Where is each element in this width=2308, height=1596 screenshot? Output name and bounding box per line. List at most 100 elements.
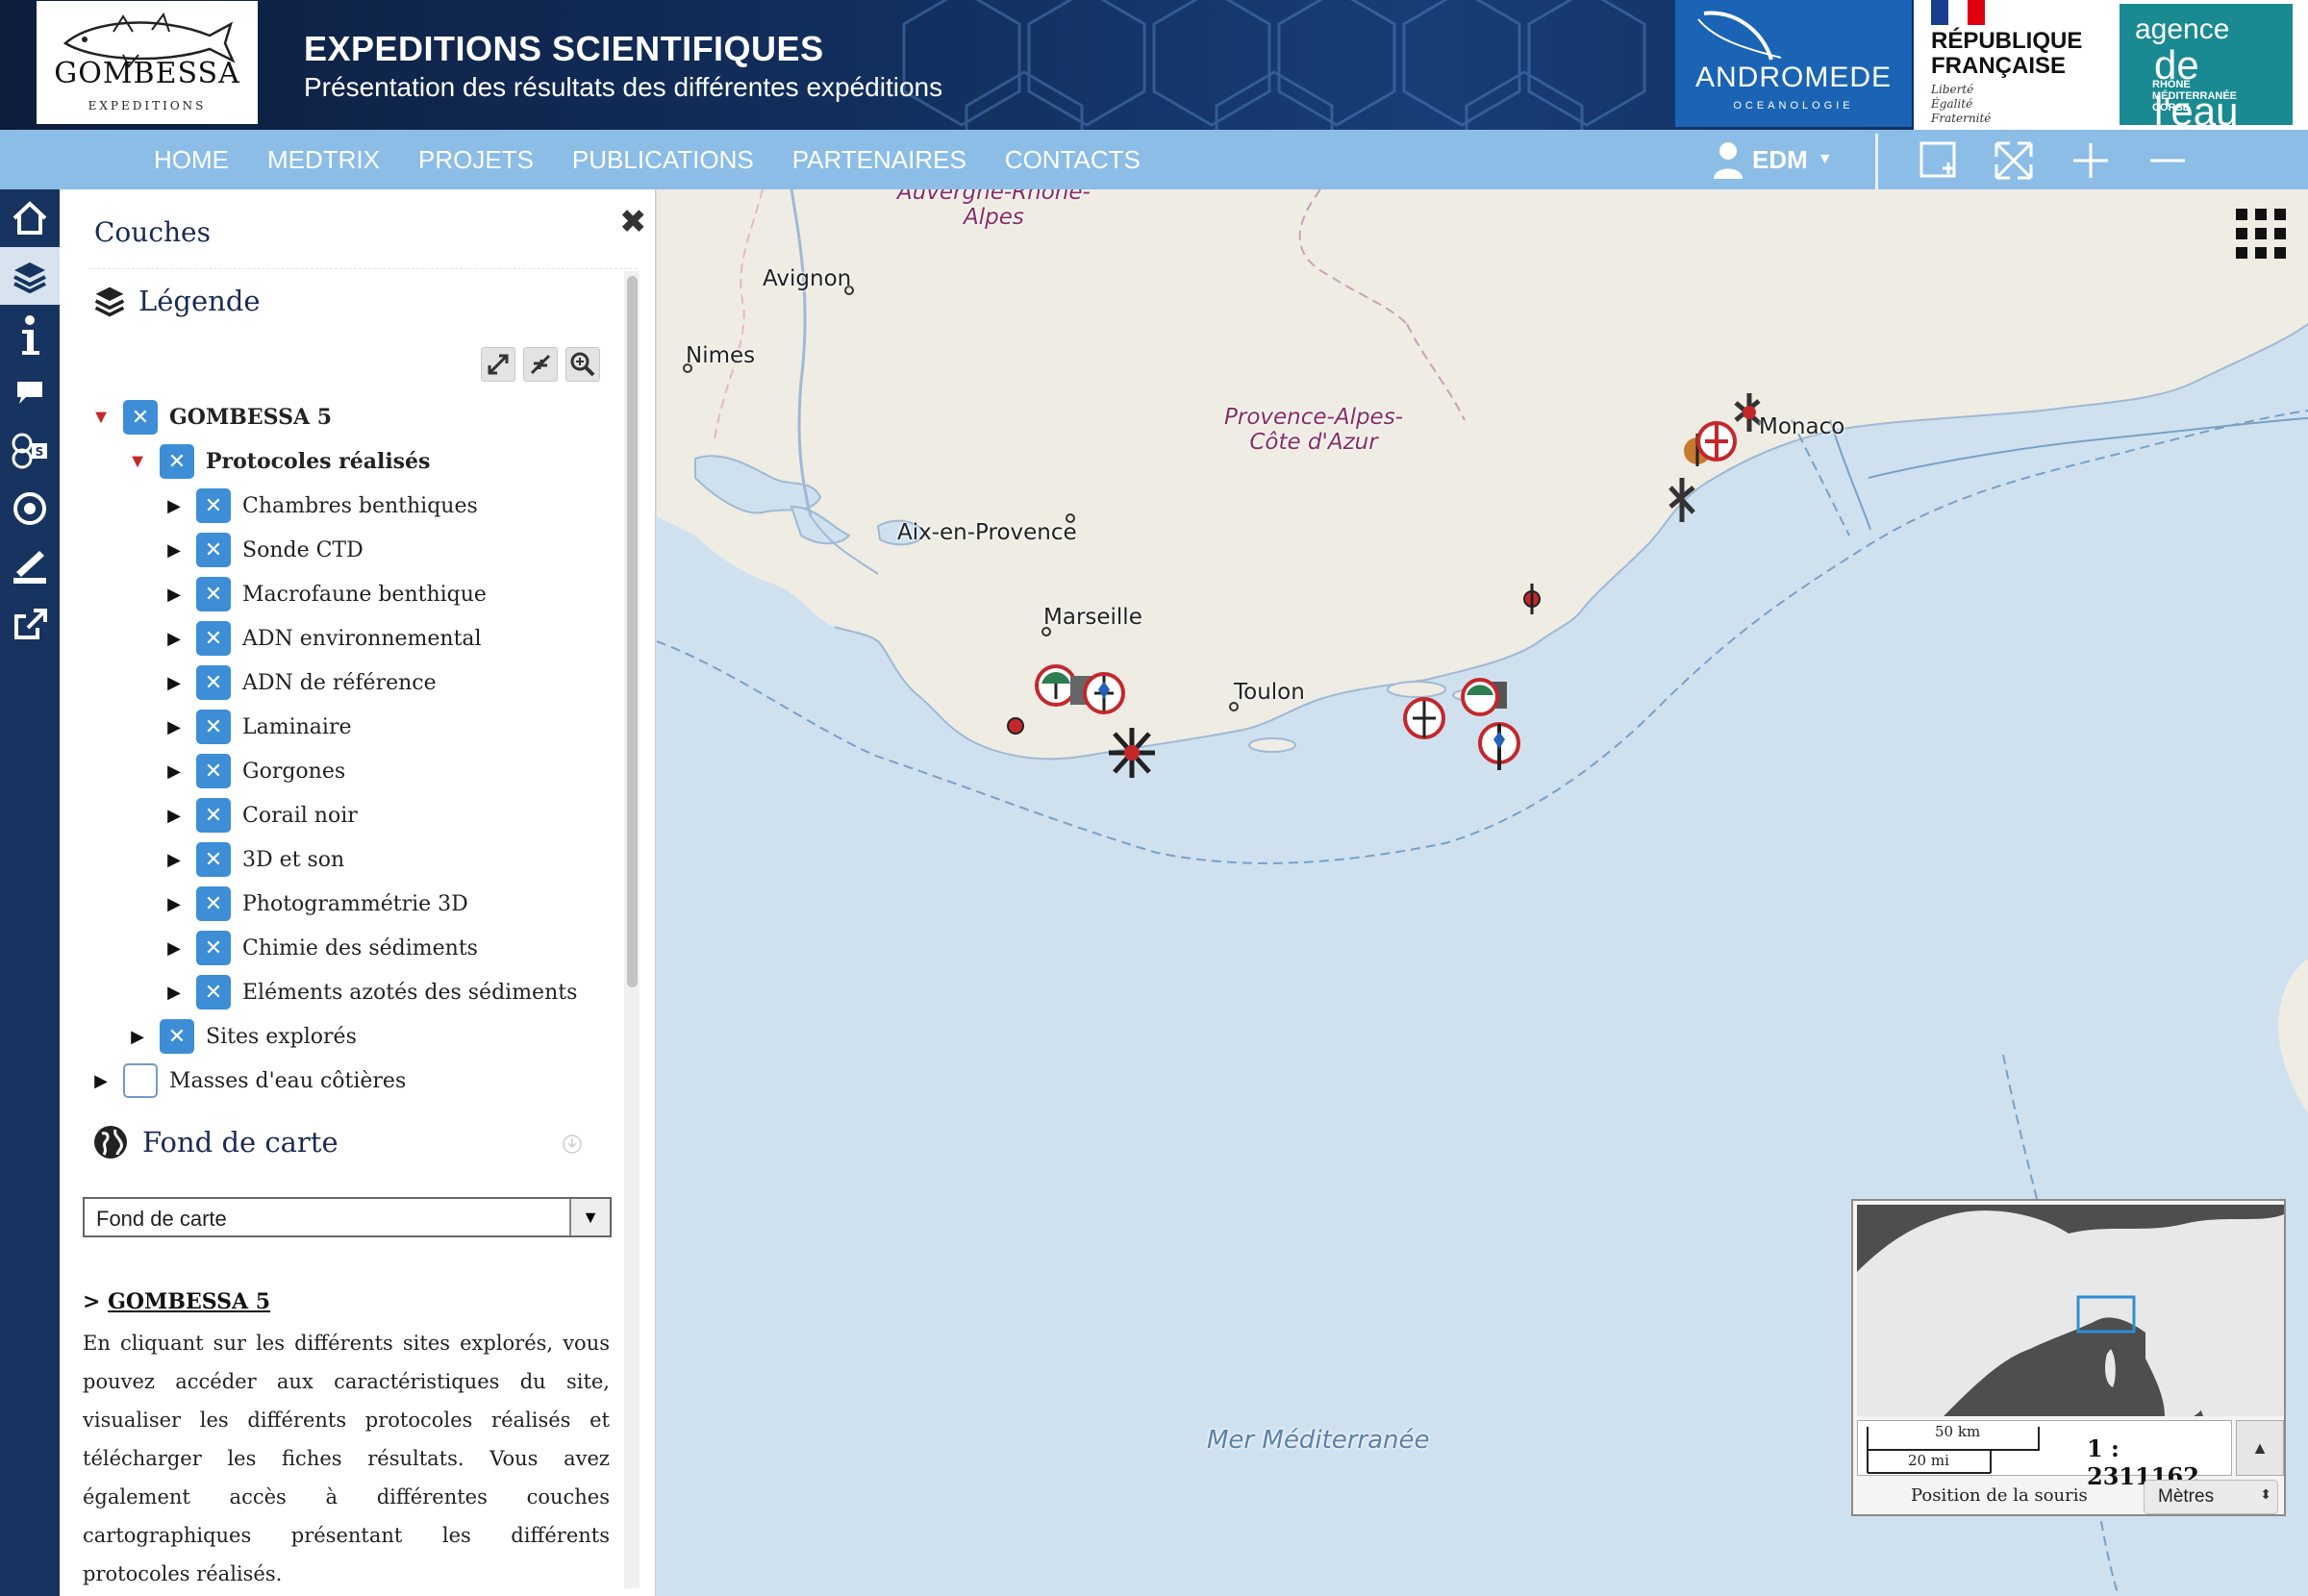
layer-checkbox[interactable]: ✕: [196, 754, 231, 788]
nav-home[interactable]: HOME: [154, 130, 229, 189]
collapsed-triangle-icon[interactable]: ▶: [162, 761, 187, 782]
collapsed-triangle-icon[interactable]: ▶: [162, 629, 187, 649]
collapsed-triangle-icon[interactable]: ▶: [162, 983, 187, 1003]
close-icon[interactable]: ✖: [619, 203, 647, 241]
collapsed-triangle-icon[interactable]: ▶: [162, 717, 187, 737]
basemap-select[interactable]: Fond de carte ▼: [83, 1197, 612, 1237]
collapsed-triangle-icon[interactable]: ▶: [162, 894, 187, 914]
tree-row-chambres-benthiques[interactable]: ▶ ✕ Chambres benthiques: [162, 486, 478, 525]
agence-de-l-eau-logo[interactable]: agence de l'eau RHÔNE MÉDITERRANÉE CORSE: [2096, 0, 2308, 130]
info-button[interactable]: [0, 307, 60, 364]
tree-row-gorgones[interactable]: ▶ ✕ Gorgones: [162, 752, 345, 790]
nav-partenaires[interactable]: PARTENAIRES: [792, 130, 966, 189]
collapsed-triangle-icon[interactable]: ▶: [162, 806, 187, 826]
tree-row-sonde-ctd[interactable]: ▶ ✕ Sonde CTD: [162, 531, 364, 569]
tree-row-corail-noir[interactable]: ▶ ✕ Corail noir: [162, 796, 358, 835]
layer-checkbox[interactable]: ✕: [123, 400, 158, 435]
gombessa-logo-sub: EXPEDITIONS: [88, 99, 207, 112]
layer-checkbox[interactable]: ✕: [196, 798, 231, 833]
tree-row-photogrammetrie[interactable]: ▶ ✕ Photogrammétrie 3D: [162, 885, 468, 923]
info-icon: [22, 315, 39, 355]
collapsed-triangle-icon[interactable]: ▶: [162, 540, 187, 561]
andromede-logo[interactable]: ANDROMEDE OCEANOLOGIE: [1675, 0, 1912, 127]
site-marker[interactable]: [1109, 728, 1155, 778]
overview-toggle-button[interactable]: ▲: [2236, 1420, 2284, 1476]
layer-checkbox[interactable]: ✕: [196, 931, 231, 965]
layers-button[interactable]: [0, 247, 60, 305]
download-icon[interactable]: [562, 1134, 583, 1155]
full-extent-icon[interactable]: [1993, 139, 2035, 182]
layer-checkbox[interactable]: ✕: [196, 886, 231, 921]
apps-grid-icon[interactable]: [2234, 207, 2288, 261]
layer-checkbox[interactable]: ✕: [196, 533, 231, 567]
units-select[interactable]: Mètres ⬍: [2144, 1480, 2278, 1514]
tree-row-laminaire[interactable]: ▶ ✕ Laminaire: [162, 708, 351, 746]
site-marker[interactable]: [1478, 722, 1520, 770]
expanded-triangle-icon[interactable]: ▼: [125, 451, 150, 473]
collapsed-triangle-icon[interactable]: ▶: [88, 1071, 113, 1091]
tree-row-elements-azotes[interactable]: ▶ ✕ Eléments azotés des sédiments: [162, 973, 577, 1011]
wms-button[interactable]: S: [0, 422, 60, 480]
republique-francaise-logo[interactable]: RÉPUBLIQUE FRANÇAISE Liberté Égalité Fra…: [1914, 0, 2096, 130]
zoom-out-icon[interactable]: [2146, 139, 2189, 182]
home-button[interactable]: [0, 189, 60, 247]
user-menu[interactable]: EDM ▼: [1712, 130, 1833, 189]
zoom-to-layer-button[interactable]: [565, 347, 600, 382]
basemap-header: Fond de carte: [92, 1124, 339, 1160]
layer-checkbox[interactable]: ✕: [196, 710, 231, 744]
map-view[interactable]: Auvergne-Rhône- Alpes Avignon Nimes Prov…: [657, 189, 2308, 1596]
target-button[interactable]: [0, 480, 60, 537]
layer-checkbox[interactable]: ✕: [196, 842, 231, 877]
measure-button[interactable]: [0, 537, 60, 595]
tree-row-adn-reference[interactable]: ▶ ✕ ADN de référence: [162, 663, 437, 702]
tree-row-sites-explores[interactable]: ▶ ✕ Sites explorés: [125, 1017, 357, 1056]
user-icon: [1714, 142, 1743, 179]
collapse-all-button[interactable]: [523, 347, 558, 382]
zoom-in-icon[interactable]: [2070, 139, 2112, 182]
site-marker[interactable]: [1696, 421, 1737, 461]
nav-medtrix[interactable]: MEDTRIX: [267, 130, 380, 189]
layer-checkbox[interactable]: ✕: [160, 444, 194, 479]
tree-row-3d-son[interactable]: ▶ ✕ 3D et son: [162, 840, 344, 879]
collapsed-triangle-icon[interactable]: ▶: [125, 1027, 150, 1047]
nav-projets[interactable]: PROJETS: [418, 130, 534, 189]
layer-checkbox[interactable]: ✕: [160, 1019, 194, 1054]
expand-all-button[interactable]: [481, 347, 515, 382]
nav-publications[interactable]: PUBLICATIONS: [572, 130, 754, 189]
chevron-up-icon: ▲: [2251, 1438, 2269, 1458]
zoom-box-icon[interactable]: [1918, 139, 1960, 182]
nav-contacts[interactable]: CONTACTS: [1005, 130, 1141, 189]
site-marker[interactable]: [1007, 717, 1024, 735]
overview-map[interactable]: 50 km 20 mi 1 : 2311162 ▲ Position de la…: [1851, 1199, 2286, 1516]
site-marker[interactable]: [1461, 678, 1507, 716]
gombessa-logo[interactable]: GOMBESSA EXPEDITIONS: [37, 1, 258, 124]
layer-checkbox[interactable]: ✕: [196, 665, 231, 700]
comment-button[interactable]: [0, 364, 60, 422]
updown-arrow-icon: ⬍: [2260, 1486, 2271, 1502]
tree-row-macrofaune[interactable]: ▶ ✕ Macrofaune benthique: [162, 575, 487, 613]
tree-row-adn-environnemental[interactable]: ▶ ✕ ADN environnemental: [162, 619, 482, 658]
tree-row-gombessa-5[interactable]: ▼ ✕ GOMBESSA 5: [88, 398, 332, 436]
layer-checkbox[interactable]: ✕: [196, 577, 231, 611]
overview-minimap[interactable]: [1857, 1205, 2284, 1416]
scrollbar-thumb[interactable]: [627, 276, 638, 987]
layer-checkbox[interactable]: ✕: [196, 488, 231, 523]
collapsed-triangle-icon[interactable]: ▶: [162, 850, 187, 870]
wms-icon: S: [12, 433, 47, 469]
tree-row-chimie-sediments[interactable]: ▶ ✕ Chimie des sédiments: [162, 929, 478, 967]
expanded-triangle-icon[interactable]: ▼: [88, 407, 113, 429]
collapsed-triangle-icon[interactable]: ▶: [162, 938, 187, 959]
tree-row-masses-eau[interactable]: ▶ Masses d'eau côtières: [88, 1061, 406, 1100]
site-marker[interactable]: [1035, 664, 1077, 707]
layer-checkbox[interactable]: ✕: [196, 975, 231, 1010]
site-marker[interactable]: [1403, 697, 1445, 739]
layer-checkbox-unchecked[interactable]: [123, 1063, 158, 1098]
share-button[interactable]: [0, 595, 60, 653]
collapsed-triangle-icon[interactable]: ▶: [162, 585, 187, 605]
tree-row-protocoles[interactable]: ▼ ✕ Protocoles réalisés: [125, 442, 430, 481]
collapsed-triangle-icon[interactable]: ▶: [162, 496, 187, 516]
layer-checkbox[interactable]: ✕: [196, 621, 231, 656]
layer-label: Gorgones: [242, 759, 346, 784]
collapsed-triangle-icon[interactable]: ▶: [162, 673, 187, 693]
info-title-link[interactable]: GOMBESSA 5: [108, 1289, 270, 1314]
